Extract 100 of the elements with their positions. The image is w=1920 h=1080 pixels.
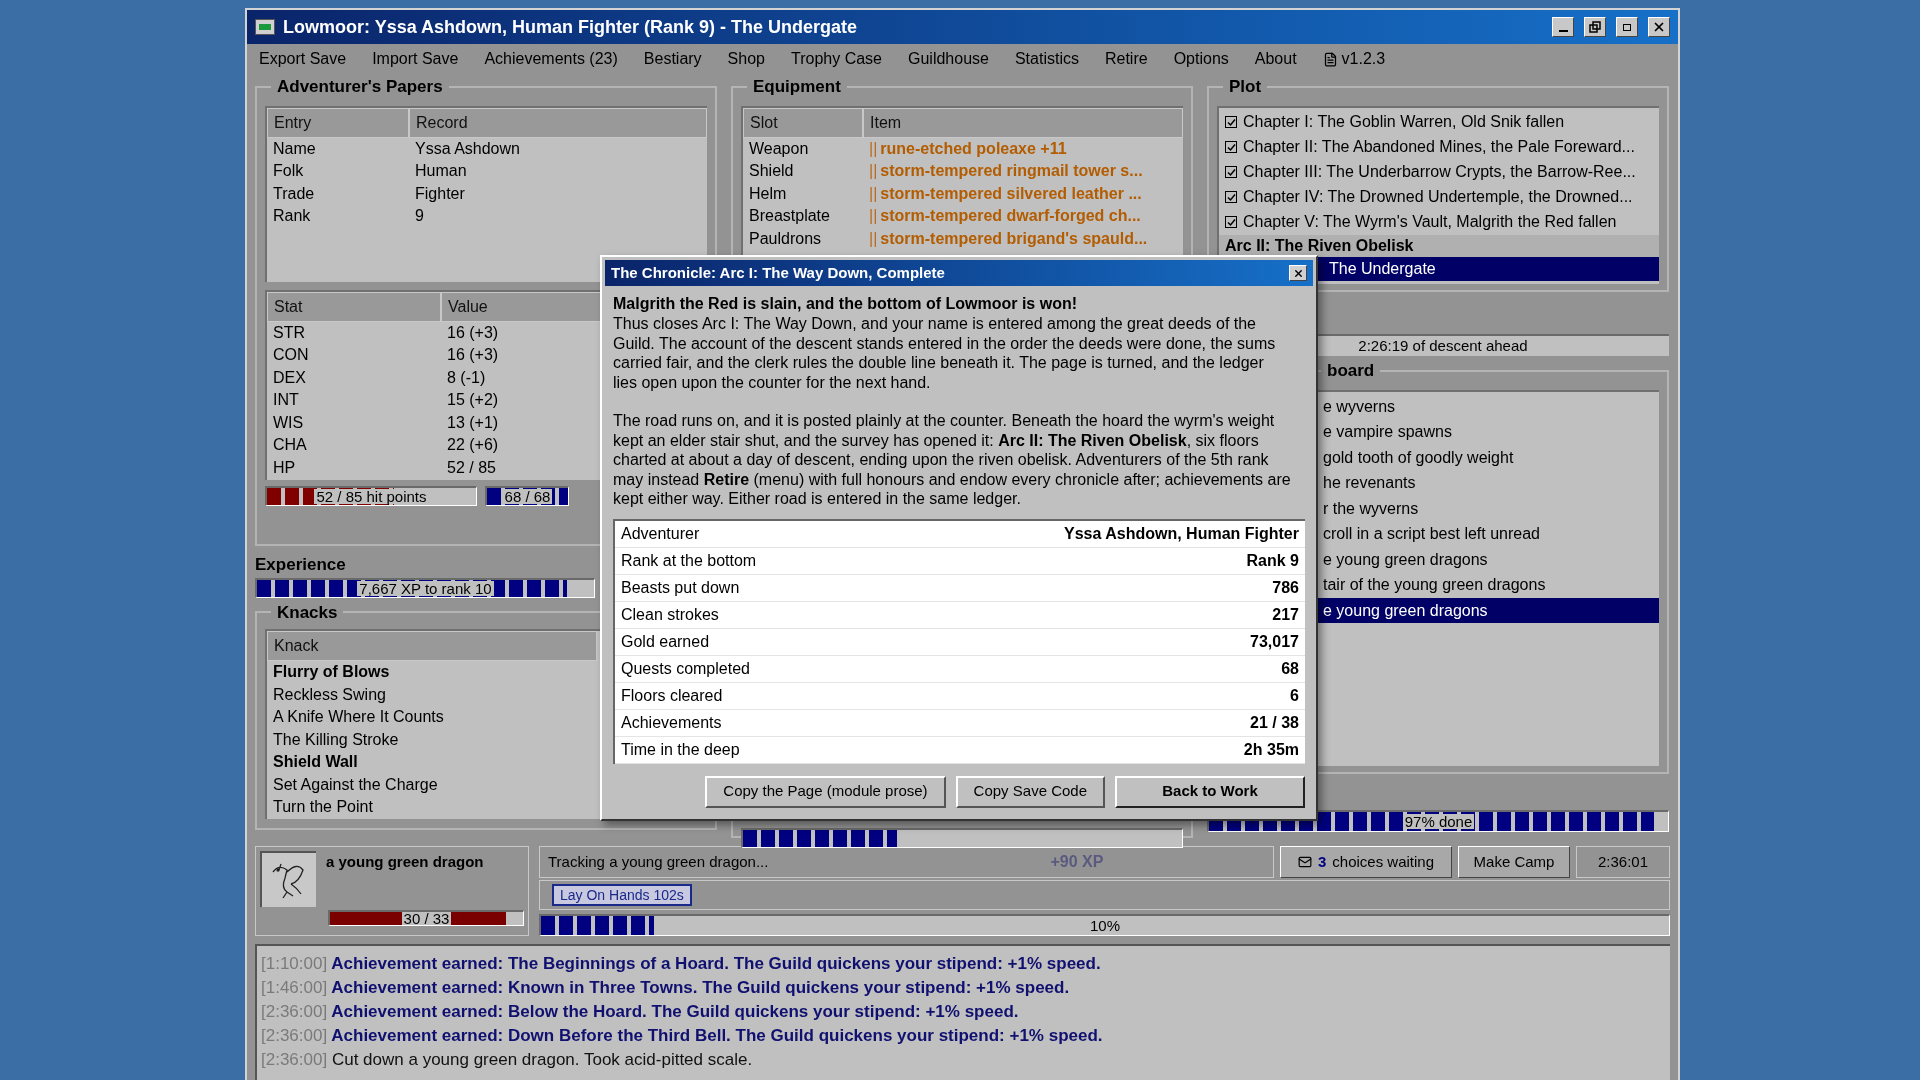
log-line: [2:36:00] Cut down a young green dragon. Took acid-pitted scale.	[261, 1049, 754, 1071]
checkbox[interactable]	[1225, 191, 1237, 203]
panel-title: Adventurer's Papers	[276, 76, 444, 98]
menu-item[interactable]: Achievements (23)	[484, 47, 618, 71]
menu-item[interactable]: Shop	[727, 47, 765, 71]
table-cell-text: 6	[1290, 685, 1299, 706]
table-cell-text: Folk	[272, 161, 305, 181]
table-cell-text: 68	[1281, 658, 1299, 679]
checkbox[interactable]	[1225, 116, 1237, 128]
table-cell-text: 52 / 85	[446, 457, 497, 478]
table-cell-text: Rank	[272, 206, 312, 226]
panel-title: board	[1326, 360, 1376, 382]
checkbox[interactable]	[1225, 141, 1237, 153]
chapter-item[interactable]: Chapter I: The Goblin Warren, Old Snik fallen	[1219, 109, 1659, 135]
bar-label: 30 / 33	[401, 911, 452, 925]
check-icon	[1226, 217, 1236, 227]
menu-item[interactable]: Guildhouse	[908, 47, 989, 71]
dialog-button[interactable]: Copy Save Code	[955, 775, 1105, 808]
bar-label: 52 / 85 hit points	[314, 488, 429, 504]
table-cell-text: 21 / 38	[1250, 712, 1299, 733]
minimize-button[interactable]	[1552, 17, 1574, 37]
item-name: rune-etched poleaxe +11	[880, 138, 1067, 159]
menu-item[interactable]: Trophy Case	[791, 47, 882, 71]
column-header[interactable]: Stat	[267, 291, 441, 322]
menu-item[interactable]: Export Save	[259, 47, 347, 71]
table-cell-text: Rank at the bottom	[621, 550, 757, 571]
menu-item[interactable]: Import Save	[372, 47, 459, 71]
bar-label: 68 / 68	[502, 488, 553, 504]
table-cell-text: Yssa Ashdown	[414, 138, 521, 159]
check-icon	[1226, 192, 1236, 202]
chapter-item[interactable]: Chapter IV: The Drowned Undertemple, the Drowned...	[1219, 184, 1659, 210]
checkbox[interactable]	[1225, 216, 1237, 228]
bar-label: 97% done	[1402, 814, 1475, 829]
table-cell-text: 9	[414, 206, 425, 226]
arc-heading: Arc II: The Riven Obelisk	[1219, 234, 1659, 257]
table-cell-text: 8 (-1)	[446, 367, 487, 388]
restore-icon	[1589, 21, 1601, 33]
choices-button[interactable]: 3 choices waiting	[1280, 846, 1452, 878]
table-cell-text: INT	[272, 390, 300, 410]
table-cell-text: Breastplate	[748, 206, 831, 226]
table-cell-text: 16 (+3)	[446, 345, 500, 365]
table-cell-text: Quests completed	[621, 658, 750, 679]
mail-icon	[1297, 855, 1312, 869]
dialog-button[interactable]: Copy the Page (module prose)	[705, 775, 946, 808]
maximize-button[interactable]	[1616, 17, 1638, 37]
descent-label: 2:26:19 of descent ahead	[1357, 335, 1528, 356]
table-cell-text: Fighter	[414, 183, 466, 204]
column-header[interactable]: Record	[409, 107, 707, 138]
choices-count: 3	[1317, 851, 1327, 872]
table-cell-text: 13 (+1)	[446, 412, 500, 433]
table-cell-text: Shield	[748, 161, 795, 181]
table-cell-text: WIS	[272, 412, 305, 433]
chapter-item[interactable]: Chapter V: The Wyrm's Vault, Malgrith the Red fallen	[1219, 209, 1659, 235]
menu-item[interactable]: Retire	[1104, 47, 1148, 71]
check-icon	[1226, 117, 1236, 127]
close-icon	[1292, 267, 1304, 279]
column-header[interactable]: Item	[863, 107, 1183, 138]
table-cell-text: Human	[414, 161, 468, 181]
chapter-item[interactable]: Chapter III: The Underbarrow Crypts, the Barrow-Ree...	[1219, 159, 1659, 185]
item-marker: ||	[868, 161, 879, 181]
table-cell-text: Achievements	[621, 712, 722, 733]
check-icon	[1226, 142, 1236, 152]
item-marker: ||	[868, 228, 879, 249]
minimize-icon	[1558, 30, 1568, 32]
version-label[interactable]: v1.2.3	[1322, 47, 1386, 71]
column-header[interactable]: Slot	[743, 107, 863, 138]
item-name: storm-tempered dwarf-forged ch...	[880, 206, 1141, 226]
column-header[interactable]: Knack	[267, 631, 597, 661]
close-button[interactable]	[1648, 17, 1670, 37]
table-cell-text: 786	[1272, 577, 1299, 598]
column-header[interactable]: Entry	[267, 107, 409, 138]
table-cell-text: Yssa Ashdown, Human Fighter	[1064, 523, 1299, 544]
table-cell-text: 15 (+2)	[446, 390, 500, 410]
menu-item[interactable]: Statistics	[1014, 47, 1079, 71]
panel-title: Equipment	[752, 76, 842, 98]
make-camp-button[interactable]: Make Camp	[1458, 846, 1570, 878]
table-cell-text: Helm	[748, 183, 788, 204]
document-icon	[1322, 51, 1338, 67]
table-cell-text: CHA	[272, 435, 308, 455]
menu-item[interactable]: Bestiary	[643, 47, 702, 71]
dialog-button[interactable]: Back to Work	[1115, 775, 1305, 808]
dragon-drawing	[260, 851, 316, 907]
close-button[interactable]	[1289, 265, 1307, 281]
menu-item[interactable]: Options	[1173, 47, 1229, 71]
creature-name: a young green dragon	[326, 852, 485, 872]
menu-item[interactable]: About	[1254, 47, 1297, 71]
xp-gain: +90 XP	[1050, 852, 1104, 872]
choices-label: choices waiting	[1332, 851, 1435, 872]
table-cell-text: 2h 35m	[1243, 739, 1299, 760]
table-cell-text: STR	[272, 322, 306, 343]
item-name: storm-tempered brigand's spauld...	[880, 228, 1148, 249]
table-cell-text: 73,017	[1250, 631, 1299, 652]
chapter-item[interactable]: Chapter II: The Abandoned Mines, the Pale Foreward...	[1219, 134, 1659, 160]
table-cell-text: Time in the deep	[621, 739, 740, 760]
restore-button[interactable]	[1584, 17, 1606, 37]
bar-label: 10%	[1088, 918, 1122, 933]
table-cell-text: HP	[272, 457, 297, 478]
table-cell-text: 217	[1272, 604, 1299, 625]
table-cell-text: 16 (+3)	[446, 322, 500, 343]
checkbox[interactable]	[1225, 166, 1237, 178]
